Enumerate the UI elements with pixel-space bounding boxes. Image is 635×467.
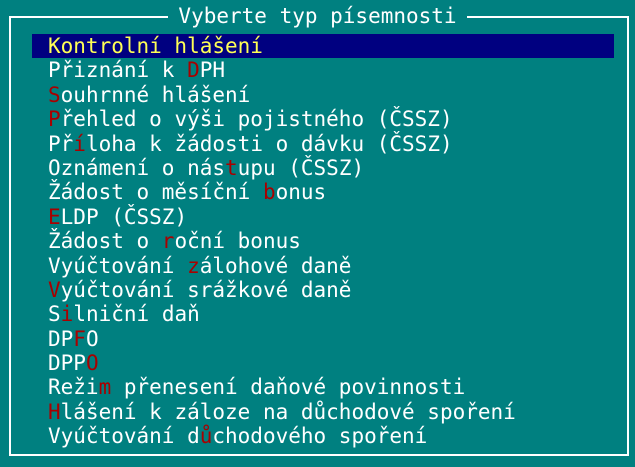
item-label-pre: Přiznání k xyxy=(48,58,188,83)
document-type-list[interactable]: Kontrolní hlášení Přiznání k DPH Souhrnné … xyxy=(32,34,614,449)
item-label-post: álohové daně xyxy=(199,253,352,278)
item-hotkey: m xyxy=(98,375,112,400)
item-hotkey: ů xyxy=(199,424,213,449)
document-type-item[interactable]: Přehled o výši pojistného (ČSSZ) xyxy=(32,107,614,131)
document-type-dialog: Vyberte typ písemnosti Kontrolní hlášení… xyxy=(0,0,635,467)
item-hotkey: F xyxy=(73,326,86,351)
item-label-post: loha k žádosti o dávku (ČSSZ) xyxy=(85,131,453,156)
item-hotkey: P xyxy=(48,107,61,132)
document-type-item[interactable]: Hlášení k záloze na důchodové spoření xyxy=(32,400,614,424)
document-type-item[interactable]: Oznámení o nástupu (ČSSZ) xyxy=(32,156,614,180)
item-label-pre: Žádost o xyxy=(48,229,162,254)
document-type-item[interactable]: Přiznání k DPH xyxy=(32,58,614,82)
item-label-post: lniční daň xyxy=(73,302,200,327)
item-label-post: yúčtování srážkové daně xyxy=(60,277,352,302)
item-label-post: Kontrolní hlášení xyxy=(48,34,263,58)
document-type-item[interactable]: Kontrolní hlášení xyxy=(32,34,614,59)
dialog-title: Vyberte typ písemnosti xyxy=(0,4,635,28)
item-hotkey: H xyxy=(48,399,61,424)
item-hotkey: V xyxy=(48,277,61,302)
screen: Vyberte typ písemnosti Kontrolní hlášení… xyxy=(0,0,635,467)
item-label-pre: Vyúčtování xyxy=(48,253,188,278)
document-type-item[interactable]: DPPO xyxy=(32,351,614,375)
document-type-item[interactable]: Režim přenesení daňové povinnosti xyxy=(32,375,614,399)
item-label-post: onus xyxy=(275,180,327,205)
document-type-item[interactable]: DPFO xyxy=(32,327,614,351)
document-type-item[interactable]: Silniční daň xyxy=(32,302,614,326)
item-hotkey: D xyxy=(187,58,200,83)
item-label-pre: DP xyxy=(48,326,74,351)
document-type-item[interactable]: ELDP (ČSSZ) xyxy=(32,205,614,229)
item-label-post: přenesení daňové povinnosti xyxy=(111,375,466,400)
item-hotkey: S xyxy=(48,82,61,107)
item-label-post: O xyxy=(85,326,99,351)
document-type-item[interactable]: Souhrnné hlášení xyxy=(32,83,614,107)
item-label-pre: Př xyxy=(48,131,74,156)
item-hotkey: t xyxy=(225,155,238,180)
item-label-post: ouhrnné hlášení xyxy=(60,82,251,107)
dialog-title-text: Vyberte typ písemnosti xyxy=(168,4,467,28)
item-label-pre: Žádost o měsíční xyxy=(48,180,263,205)
item-hotkey: í xyxy=(73,131,86,156)
document-type-item[interactable]: Příloha k žádosti o dávku (ČSSZ) xyxy=(32,132,614,156)
item-label-post: lášení k záloze na důchodové spoření xyxy=(60,399,516,424)
item-hotkey: z xyxy=(187,253,200,278)
item-label-post: řehled o výši pojistného (ČSSZ) xyxy=(60,107,453,132)
item-hotkey: i xyxy=(60,302,74,327)
item-label-post: chodového spoření xyxy=(212,424,428,449)
item-hotkey: E xyxy=(48,204,61,229)
item-hotkey: r xyxy=(161,229,175,254)
item-label-pre: S xyxy=(48,302,61,327)
item-label-post: upu (ČSSZ) xyxy=(237,155,365,180)
item-hotkey: b xyxy=(262,180,276,205)
item-label-post: PH xyxy=(199,58,226,83)
document-type-item[interactable]: Žádost o roční bonus xyxy=(32,229,614,253)
item-label-pre: Oznámení o nás xyxy=(48,155,226,180)
item-label-post: oční bonus xyxy=(174,229,301,254)
item-label-pre: Vyúčtování d xyxy=(48,424,200,449)
item-hotkey: O xyxy=(85,351,99,376)
document-type-item[interactable]: Vyúčtování zálohové daně xyxy=(32,254,614,278)
document-type-item[interactable]: Vyúčtování důchodového spoření xyxy=(32,424,614,448)
document-type-item[interactable]: Žádost o měsíční bonus xyxy=(32,180,614,204)
item-label-pre: Reži xyxy=(48,375,99,400)
document-type-item[interactable]: Vyúčtování srážkové daně xyxy=(32,278,614,302)
item-label-post: LDP (ČSSZ) xyxy=(60,204,188,229)
item-label-pre: DPP xyxy=(48,351,86,376)
